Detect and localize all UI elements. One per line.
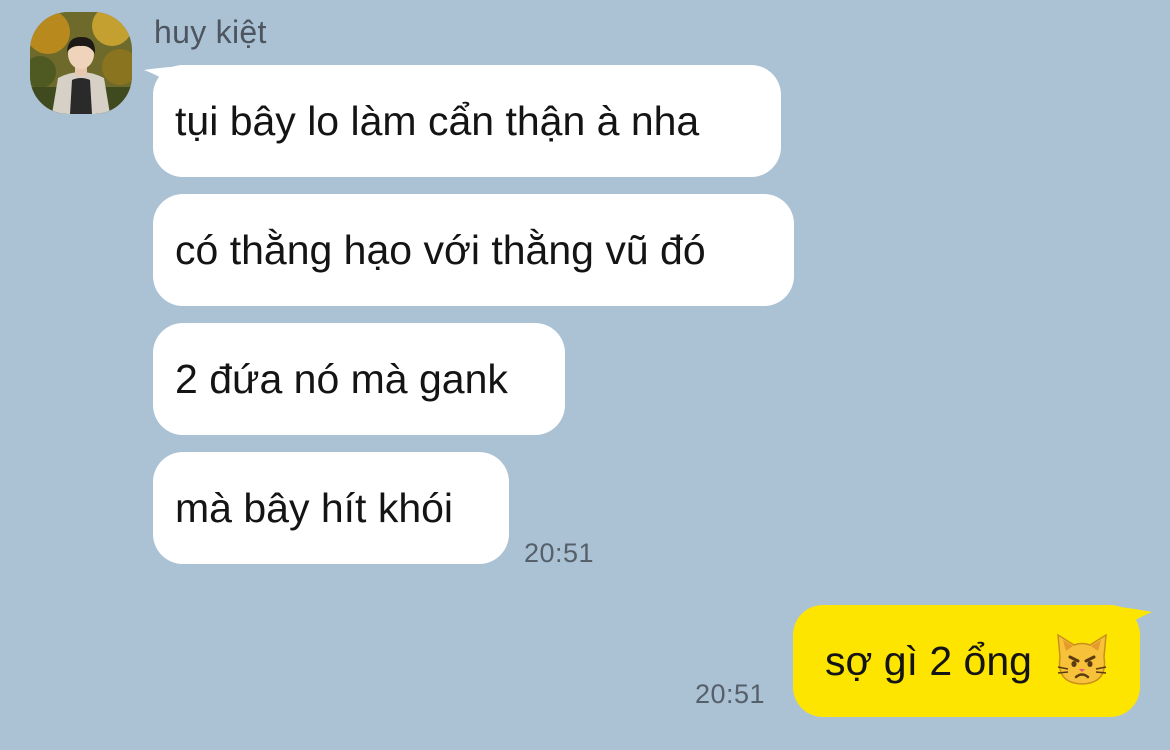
- pouting-cat-icon: [1057, 633, 1107, 685]
- incoming-message-bubble[interactable]: 2 đứa nó mà gank: [153, 323, 565, 435]
- message-text: tụi bây lo làm cẩn thận à nha: [175, 98, 700, 144]
- incoming-timestamp: 20:51: [524, 538, 595, 568]
- sender-avatar[interactable]: [30, 12, 132, 114]
- message-text: sợ gì 2 ổng: [825, 638, 1032, 684]
- message-text: có thằng hạo với thằng vũ đó: [175, 227, 706, 273]
- message-text: mà bây hít khói: [175, 485, 454, 531]
- avatar-photo-icon: [30, 12, 132, 114]
- message-text: 2 đứa nó mà gank: [175, 356, 508, 402]
- outgoing-timestamp: 20:51: [695, 679, 766, 709]
- sender-name: huy kiệt: [154, 14, 267, 50]
- incoming-message-bubble[interactable]: mà bây hít khói: [153, 452, 509, 564]
- incoming-message-bubble[interactable]: tụi bây lo làm cẩn thận à nha: [153, 65, 781, 177]
- incoming-message-bubble[interactable]: có thằng hạo với thằng vũ đó: [153, 194, 794, 306]
